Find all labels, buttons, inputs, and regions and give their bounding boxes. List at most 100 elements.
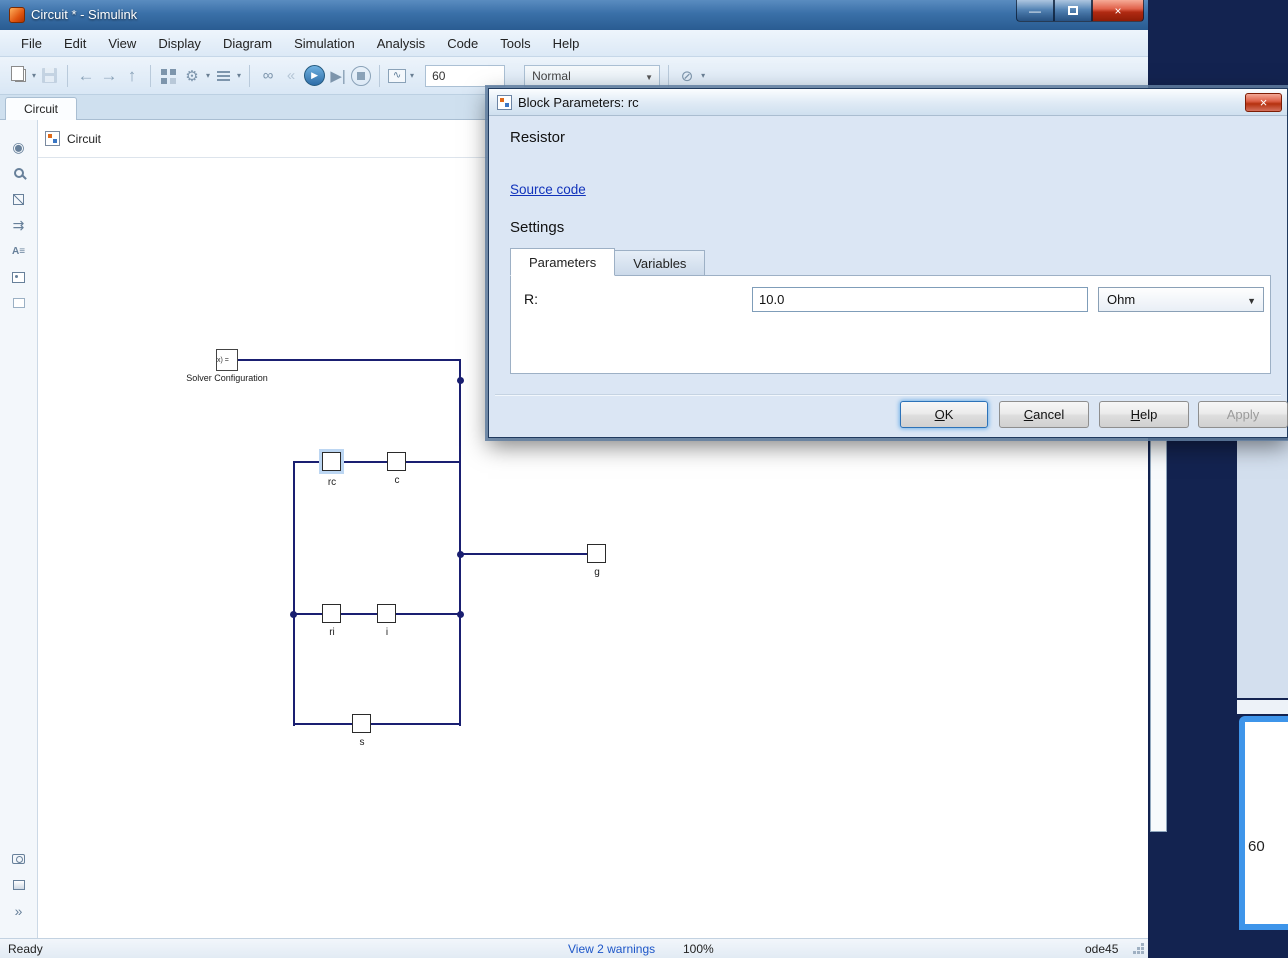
dialog-tab-bar: Parameters Variables	[510, 248, 705, 276]
menu-analysis[interactable]: Analysis	[366, 32, 436, 55]
solver-name[interactable]: ode45	[1085, 942, 1118, 956]
maximize-button[interactable]	[1054, 0, 1092, 22]
palette-sidebar: ◉ ⇉ A≡ »	[0, 120, 38, 938]
menu-help[interactable]: Help	[542, 32, 591, 55]
annotation-icon[interactable]: A≡	[0, 238, 37, 264]
menu-edit[interactable]: Edit	[53, 32, 97, 55]
window-title: Circuit * - Simulink	[31, 7, 137, 22]
library-browser-icon[interactable]	[159, 65, 179, 87]
breadcrumb-item[interactable]: Circuit	[67, 132, 101, 146]
desktop: 60 Circuit * - Simulink — × File Edit Vi…	[0, 0, 1288, 958]
highlight-icon[interactable]: ⊘	[677, 65, 697, 87]
ok-button[interactable]: OK	[900, 401, 988, 428]
simulink-app-icon	[9, 7, 25, 23]
menu-bar: File Edit View Display Diagram Simulatio…	[0, 30, 1148, 57]
apply-button[interactable]: Apply	[1198, 401, 1288, 428]
block-ri[interactable]	[322, 604, 341, 623]
unit-combo[interactable]: Ohm ▼	[1098, 287, 1264, 312]
hide-markup-icon[interactable]: ◉	[0, 134, 37, 160]
menu-view[interactable]: View	[97, 32, 147, 55]
block-rc[interactable]	[322, 452, 341, 471]
background-strip	[1237, 700, 1288, 714]
fit-view-icon[interactable]	[0, 186, 37, 212]
background-scrollbar[interactable]	[1150, 440, 1167, 832]
tab-parameters[interactable]: Parameters	[510, 248, 615, 276]
dialog-separator	[495, 394, 1281, 395]
menu-simulation[interactable]: Simulation	[283, 32, 366, 55]
toolbar-separator	[668, 65, 669, 87]
expand-palette-icon[interactable]: »	[0, 898, 37, 924]
run-icon[interactable]: ▶	[304, 65, 325, 86]
tab-variables[interactable]: Variables	[615, 250, 705, 276]
unit-dropdown-icon: ▼	[1247, 296, 1256, 306]
block-c[interactable]	[387, 452, 406, 471]
menu-code[interactable]: Code	[436, 32, 489, 55]
model-icon	[45, 131, 60, 146]
simulation-mode-combo[interactable]: Normal ▼	[524, 65, 660, 87]
toolbar-separator	[379, 65, 380, 87]
back-icon[interactable]: ←	[76, 65, 96, 87]
camera-icon[interactable]	[0, 846, 37, 872]
unit-value: Ohm	[1107, 292, 1135, 307]
block-i[interactable]	[377, 604, 396, 623]
config-dropdown-icon[interactable]: ▾	[237, 71, 241, 80]
area-icon[interactable]	[0, 290, 37, 316]
settings-gear-icon[interactable]: ⚙	[182, 65, 202, 87]
dialog-title-bar[interactable]: Block Parameters: rc ×	[489, 89, 1287, 116]
minimize-button[interactable]: —	[1016, 0, 1054, 22]
up-icon[interactable]: ↑	[122, 65, 142, 87]
solver-configuration-block[interactable]: x) =	[216, 349, 238, 371]
dialog-block-type: Resistor	[510, 129, 565, 146]
source-code-link[interactable]: Source code	[510, 182, 586, 197]
resistance-input[interactable]	[752, 287, 1088, 312]
toolbar-separator	[249, 65, 250, 87]
background-window-content	[1245, 722, 1288, 924]
parameters-panel: R: Ohm ▼	[510, 275, 1271, 374]
block-g[interactable]	[587, 544, 606, 563]
tab-circuit[interactable]: Circuit	[5, 97, 77, 120]
menu-display[interactable]: Display	[147, 32, 212, 55]
dialog-close-button[interactable]: ×	[1245, 93, 1282, 112]
zoom-level: 100%	[683, 942, 714, 956]
model-config-list-icon[interactable]	[213, 65, 233, 87]
toolbar-separator	[150, 65, 151, 87]
maximize-icon	[1068, 6, 1078, 15]
close-button[interactable]: ×	[1092, 0, 1144, 22]
menu-diagram[interactable]: Diagram	[212, 32, 283, 55]
signal-arrows-icon[interactable]: ⇉	[0, 212, 37, 238]
zoom-icon[interactable]	[0, 160, 37, 186]
background-panel	[1237, 440, 1288, 698]
save-icon[interactable]	[39, 65, 59, 87]
copy-dropdown-icon[interactable]: ▾	[32, 71, 36, 80]
stop-time-input[interactable]	[425, 65, 505, 87]
cancel-button[interactable]: Cancel	[999, 401, 1089, 428]
settings-heading: Settings	[510, 219, 564, 236]
forward-icon[interactable]: →	[99, 65, 119, 87]
menu-file[interactable]: File	[10, 32, 53, 55]
resize-grip[interactable]	[1132, 942, 1144, 954]
warnings-link[interactable]: View 2 warnings	[568, 942, 655, 956]
highlight-dropdown-icon[interactable]: ▾	[701, 71, 705, 80]
solver-block-text: x) =	[217, 357, 229, 364]
help-button[interactable]: Help	[1099, 401, 1189, 428]
menu-tools[interactable]: Tools	[489, 32, 541, 55]
resistance-label: R:	[524, 291, 538, 307]
copy-icon[interactable]	[8, 65, 28, 87]
scope-icon[interactable]: ∿	[388, 69, 406, 83]
step-back-icon[interactable]: «	[281, 65, 301, 87]
title-bar[interactable]: Circuit * - Simulink — ×	[0, 0, 1148, 30]
status-bar: Ready View 2 warnings 100% ode45	[0, 938, 1148, 958]
mode-dropdown-icon: ▼	[645, 73, 653, 82]
stop-icon[interactable]	[351, 66, 371, 86]
connect-icon[interactable]: ∞	[258, 65, 278, 87]
step-forward-icon[interactable]: ▶|	[328, 65, 348, 87]
settings-dropdown-icon[interactable]: ▾	[206, 71, 210, 80]
status-ready: Ready	[8, 942, 43, 956]
image-icon[interactable]	[0, 264, 37, 290]
dialog-title: Block Parameters: rc	[518, 95, 639, 110]
toolbar-separator	[67, 65, 68, 87]
viewmark-icon[interactable]	[0, 872, 37, 898]
scope-dropdown-icon[interactable]: ▾	[410, 71, 414, 80]
block-s[interactable]	[352, 714, 371, 733]
palette-bottom-group: »	[0, 846, 37, 924]
